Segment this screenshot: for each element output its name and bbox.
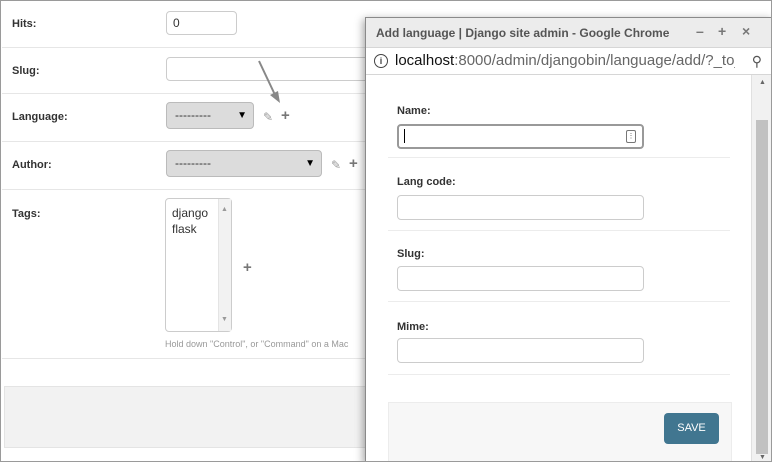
chevron-down-icon: ▼ [237,110,247,121]
tags-multiselect[interactable]: django flask ▲ ▼ [165,198,232,332]
author-select[interactable]: --------- ▼ [166,150,322,177]
submit-row [4,386,384,448]
url-host: localhost [395,52,455,69]
mime-input[interactable] [397,338,644,363]
scroll-down-icon[interactable]: ▼ [221,312,228,328]
plus-icon[interactable]: + [349,155,358,172]
scroll-down-icon[interactable]: ▼ [759,454,766,461]
keyboard-icon[interactable]: ⋮ [626,130,636,143]
slug-field-input[interactable] [397,266,644,291]
address-bar[interactable]: i localhost:8000/admin/djangobin/languag… [366,48,771,75]
lang-code-field-row: Lang code: [388,158,730,231]
scroll-up-icon[interactable]: ▲ [759,79,766,86]
zoom-icon[interactable]: ⚲ [752,53,762,70]
help-text: Hold down "Control", or "Command" on a M… [165,339,349,349]
hits-value: 0 [173,16,180,30]
url-path: :8000/admin/djangobin/language/add/?_to_… [454,52,735,69]
close-icon[interactable]: × [742,23,750,39]
mime-label: Mime: [397,321,429,333]
popup-content: Name: ⋮ Lang code: Slug: Mime: SAVE [366,75,751,461]
screen: Hits: 0 Slug: Language: --------- ▼ ✎ + … [0,0,772,462]
language-row: Language: --------- ▼ ✎ + [2,94,382,142]
window-title: Add language | Django site admin - Googl… [376,26,670,40]
author-selected: --------- [175,156,211,170]
minimize-icon[interactable]: – [696,23,704,39]
name-field-row: Name: ⋮ [388,75,730,158]
name-input[interactable]: ⋮ [397,124,644,149]
plus-icon[interactable]: + [243,259,252,276]
mime-field-row: Mime: [388,302,730,375]
slug-field-label: Slug: [397,248,425,260]
text-cursor [404,129,405,143]
name-label: Name: [397,105,431,117]
info-icon[interactable]: i [374,54,388,68]
scrollbar-thumb[interactable] [756,120,768,454]
popup-window: Add language | Django site admin - Googl… [365,17,771,461]
language-selected: --------- [175,108,211,122]
author-row: Author: --------- ▼ ✎ + [2,142,382,190]
scroll-up-icon[interactable]: ▲ [221,202,228,218]
chevron-down-icon: ▼ [305,158,315,169]
maximize-icon[interactable]: + [718,23,726,39]
title-bar[interactable]: Add language | Django site admin - Googl… [366,18,771,48]
slug-label: Slug: [12,65,40,77]
tags-scrollbar[interactable]: ▲ ▼ [218,199,231,331]
hits-label: Hits: [12,18,37,30]
lang-code-label: Lang code: [397,176,456,188]
language-label: Language: [12,111,68,123]
tags-label: Tags: [12,208,41,220]
slug-row: Slug: [2,48,383,94]
hits-row: Hits: 0 [2,1,382,48]
pencil-icon[interactable]: ✎ [263,110,273,124]
arrow-icon [258,60,280,103]
submit-area: SAVE [388,402,732,461]
slug-field-row: Slug: [388,231,730,302]
author-label: Author: [12,159,52,171]
lang-code-input[interactable] [397,195,644,220]
hits-input[interactable]: 0 [166,11,237,35]
language-select[interactable]: --------- ▼ [166,102,254,129]
popup-scrollbar[interactable]: ▲ ▼ [751,75,771,461]
save-button[interactable]: SAVE [664,413,719,444]
url-text[interactable]: localhost:8000/admin/djangobin/language/… [395,52,735,69]
pencil-icon[interactable]: ✎ [331,158,341,172]
plus-icon[interactable]: + [281,107,290,124]
